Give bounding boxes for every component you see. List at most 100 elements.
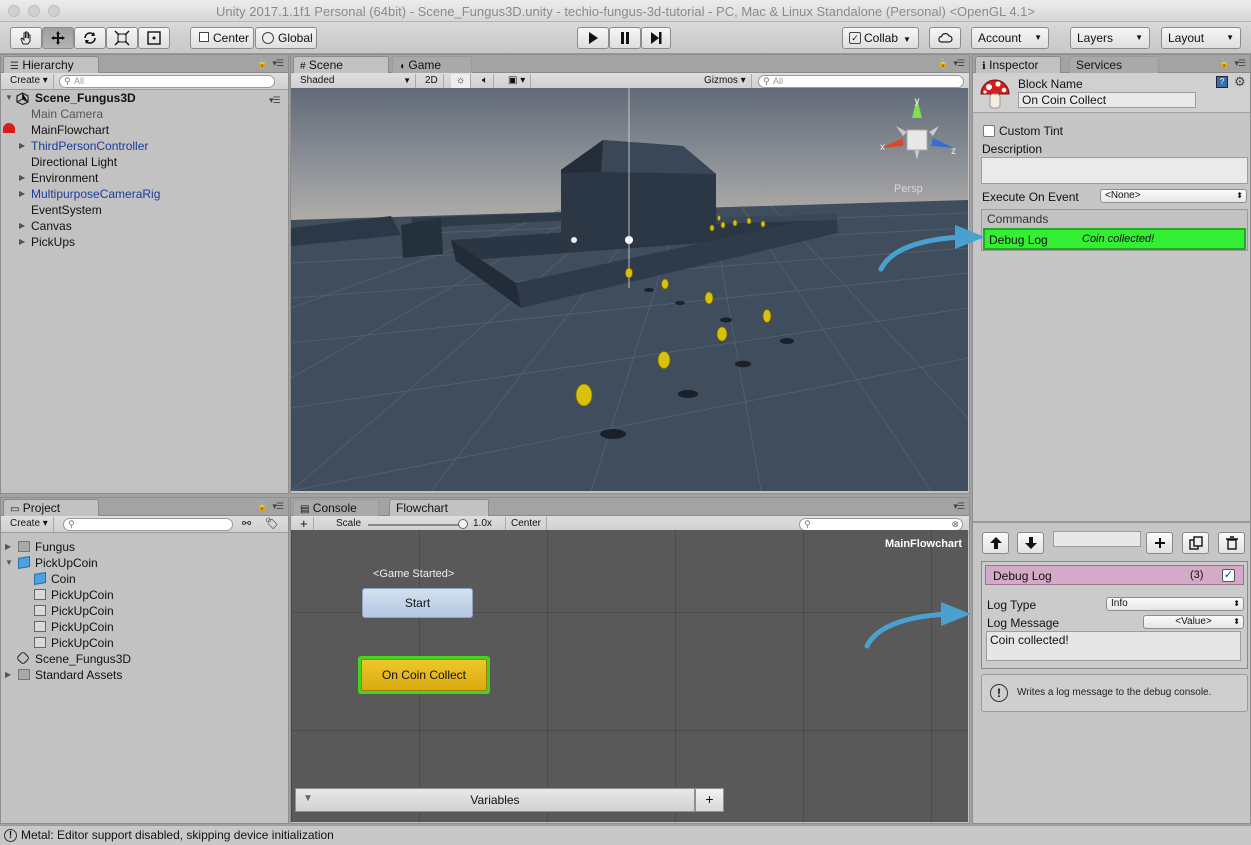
hierarchy-item[interactable]: ▶ Environment: [1, 170, 285, 186]
lock-icon[interactable]: 🔒: [938, 58, 949, 69]
hierarchy-search-input[interactable]: ⚲ All: [59, 75, 275, 88]
project-item[interactable]: PickUpCoin: [1, 603, 285, 619]
lighting-toggle-button[interactable]: ☼: [451, 74, 472, 89]
project-search-input[interactable]: ⚲: [63, 518, 233, 531]
layers-dropdown[interactable]: Layers ▼: [1070, 27, 1150, 49]
step-button[interactable]: [641, 27, 671, 49]
command-row-debug-log[interactable]: Debug Log Coin collected!: [983, 228, 1246, 250]
2d-toggle-button[interactable]: 2D: [420, 74, 444, 89]
hierarchy-create-button[interactable]: Create ▾: [5, 74, 54, 89]
tab-inspector[interactable]: ℹ Inspector: [975, 56, 1061, 73]
tab-hierarchy[interactable]: ☰ Hierarchy: [3, 56, 99, 73]
scene-viewport[interactable]: y x z Persp: [291, 88, 968, 491]
hierarchy-item[interactable]: Main Camera: [1, 106, 285, 122]
tab-flowchart[interactable]: Flowchart: [389, 499, 489, 516]
expand-triangle-icon[interactable]: ▼: [5, 90, 13, 106]
delete-command-button[interactable]: [1218, 532, 1245, 554]
project-item[interactable]: PickUpCoin: [1, 619, 285, 635]
account-dropdown[interactable]: Account ▼: [971, 27, 1049, 49]
lock-icon[interactable]: 🔒: [257, 501, 268, 512]
filter-by-type-icon[interactable]: ⚯: [242, 517, 251, 530]
filter-by-label-icon[interactable]: 🏷︎: [265, 517, 279, 530]
collab-button[interactable]: ✓ Collab ▼: [842, 27, 919, 49]
hierarchy-item[interactable]: Directional Light: [1, 154, 285, 170]
project-item[interactable]: ▼ PickUpCoin: [1, 555, 285, 571]
scale-slider-handle[interactable]: [458, 519, 468, 529]
cloud-button[interactable]: [929, 27, 961, 49]
tab-project[interactable]: ▭ Project: [3, 499, 99, 516]
gizmos-dropdown[interactable]: Gizmos ▾: [699, 74, 752, 89]
add-variable-button[interactable]: +: [695, 788, 724, 812]
rotate-tool-button[interactable]: [74, 27, 106, 49]
splitter[interactable]: [973, 521, 1250, 523]
hand-tool-button[interactable]: [10, 27, 42, 49]
space-toggle-button[interactable]: Global: [255, 27, 317, 49]
hierarchy-item[interactable]: EventSystem: [1, 202, 285, 218]
hierarchy-item[interactable]: ▶ ThirdPersonController: [1, 138, 285, 154]
command-search-input[interactable]: [1053, 531, 1141, 547]
duplicate-command-button[interactable]: [1182, 532, 1209, 554]
move-tool-button[interactable]: [42, 27, 74, 49]
scale-tool-button[interactable]: [106, 27, 138, 49]
on-coin-collect-block[interactable]: On Coin Collect: [361, 659, 487, 691]
description-textarea[interactable]: [981, 157, 1248, 184]
project-create-button[interactable]: Create ▾: [5, 517, 54, 532]
audio-toggle-button[interactable]: 🔈︎: [477, 74, 494, 89]
project-item[interactable]: PickUpCoin: [1, 587, 285, 603]
lock-icon[interactable]: 🔒: [257, 58, 268, 69]
command-enabled-checkbox[interactable]: ✓: [1222, 569, 1235, 582]
help-book-icon[interactable]: ?: [1216, 76, 1228, 88]
hierarchy-item[interactable]: ▶ MultipurposeCameraRig: [1, 186, 285, 202]
panel-menu-icon[interactable]: ▾☰: [953, 501, 965, 512]
hierarchy-item[interactable]: ▶ Canvas: [1, 218, 285, 234]
tab-game[interactable]: ◖ Game: [392, 56, 472, 73]
block-name-input[interactable]: On Coin Collect: [1018, 92, 1196, 108]
pause-button[interactable]: [609, 27, 641, 49]
pivot-toggle-button[interactable]: Center: [190, 27, 254, 49]
expand-triangle-icon[interactable]: ▶: [19, 138, 25, 154]
project-item[interactable]: Coin: [1, 571, 285, 587]
shading-mode-dropdown[interactable]: Shaded ▼: [295, 74, 416, 89]
move-down-button[interactable]: [1017, 532, 1044, 554]
move-up-button[interactable]: [982, 532, 1009, 554]
expand-triangle-icon[interactable]: ▶: [19, 170, 25, 186]
effects-dropdown[interactable]: ▣ ▾: [503, 74, 532, 89]
play-button[interactable]: [577, 27, 609, 49]
log-type-dropdown[interactable]: Info ⬍: [1106, 597, 1244, 611]
scene-root-row[interactable]: ▼ Scene_Fungus3D ▾☰: [5, 90, 285, 106]
project-item[interactable]: ▶ Fungus: [1, 539, 285, 555]
panel-menu-icon[interactable]: ▾☰: [272, 58, 284, 69]
panel-menu-icon[interactable]: ▾☰: [1234, 58, 1246, 69]
hierarchy-item[interactable]: MainFlowchart: [1, 122, 285, 138]
project-item[interactable]: Scene_Fungus3D: [1, 650, 285, 667]
expand-triangle-icon[interactable]: ▶: [19, 234, 25, 250]
tab-scene[interactable]: # Scene: [293, 56, 389, 73]
execute-on-event-dropdown[interactable]: <None> ⬍: [1100, 189, 1247, 203]
start-block[interactable]: Start: [362, 588, 473, 618]
rect-tool-button[interactable]: [138, 27, 170, 49]
add-command-button[interactable]: [1146, 532, 1173, 554]
scene-search-input[interactable]: ⚲ All: [758, 75, 964, 88]
variables-panel-header[interactable]: ▼ Variables: [295, 788, 695, 812]
layout-dropdown[interactable]: Layout ▼: [1161, 27, 1241, 49]
panel-menu-icon[interactable]: ▾☰: [272, 501, 284, 512]
log-message-variable-dropdown[interactable]: <Value> ⬍: [1143, 615, 1244, 629]
gear-icon[interactable]: ⚙: [1234, 74, 1246, 90]
status-bar[interactable]: ! Metal: Editor support disabled, skippi…: [0, 825, 1251, 845]
clear-search-icon[interactable]: ⊗: [951, 519, 959, 530]
lock-icon[interactable]: 🔒: [1219, 58, 1230, 69]
expand-triangle-icon[interactable]: ▶: [5, 539, 11, 555]
expand-triangle-icon[interactable]: ▶: [19, 186, 25, 202]
project-item[interactable]: ▶ Standard Assets: [1, 667, 285, 683]
project-item[interactable]: PickUpCoin: [1, 635, 285, 651]
expand-triangle-icon[interactable]: ▶: [19, 218, 25, 234]
panel-menu-icon[interactable]: ▾☰: [953, 58, 965, 69]
log-message-textarea[interactable]: Coin collected!: [986, 631, 1241, 661]
hierarchy-item[interactable]: ▶ PickUps: [1, 234, 285, 250]
custom-tint-checkbox[interactable]: [983, 125, 995, 137]
flowchart-canvas[interactable]: MainFlowchart <Game Started> Start On Co…: [291, 530, 968, 822]
scale-slider-track[interactable]: [368, 524, 463, 526]
tab-console[interactable]: ▤ Console: [293, 499, 379, 516]
tab-services[interactable]: Services: [1069, 56, 1159, 73]
expand-triangle-icon[interactable]: ▼: [5, 555, 13, 571]
